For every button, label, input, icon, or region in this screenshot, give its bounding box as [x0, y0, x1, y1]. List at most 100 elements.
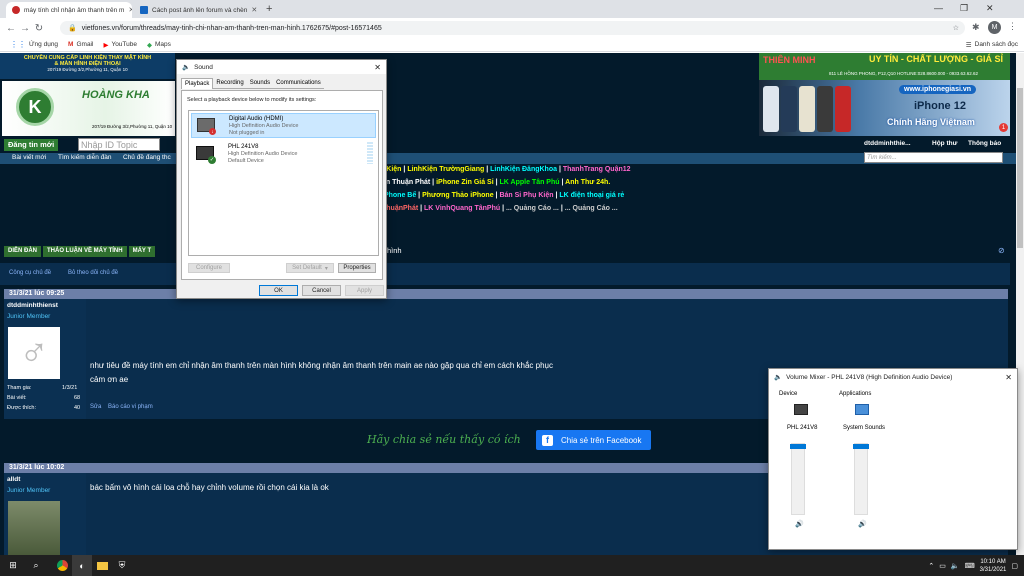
- sponsor-link[interactable]: ện Thuận Phát: [382, 179, 430, 186]
- user-menu[interactable]: dtddminhthie...: [864, 140, 911, 147]
- sponsor-link[interactable]: ThanhTrang Quận12: [563, 166, 631, 173]
- minimize-window-button[interactable]: —: [934, 3, 943, 13]
- stat-label: Được thích:: [7, 405, 36, 411]
- breadcrumb-item[interactable]: THẢO LUẬN VỀ MÁY TÍNH: [43, 246, 127, 257]
- sponsor-link[interactable]: ThuậnPhát: [382, 205, 418, 212]
- mute-app-speaker-icon[interactable]: 🔊: [858, 520, 867, 528]
- facebook-share-button[interactable]: f Chia sẻ trên Facebook: [536, 430, 651, 450]
- browser-tab[interactable]: Cách post ảnh lên forum và chèn ✕: [134, 2, 260, 18]
- network-icon[interactable]: ▭: [939, 562, 946, 570]
- device-volume-slider[interactable]: [790, 443, 806, 515]
- back-arrow-icon[interactable]: ←: [4, 23, 18, 34]
- close-tab-icon[interactable]: ✕: [128, 6, 132, 14]
- sponsor-link[interactable]: iPhone Zin Giá Sỉ: [436, 179, 494, 186]
- ad-banner-top-left[interactable]: CHUYÊN CUNG CẤP LINH KIỆN THAY MẶT KÍNH …: [0, 53, 175, 79]
- profile-avatar[interactable]: M: [988, 21, 1001, 34]
- reload-icon[interactable]: ↻: [32, 23, 46, 34]
- nav-watched-threads[interactable]: Chủ đề đang thc: [123, 154, 171, 161]
- volume-icon[interactable]: 🔈: [951, 562, 960, 570]
- clock[interactable]: 10:10 AM 3/31/2021: [980, 558, 1007, 574]
- chevron-up-icon[interactable]: ⌃: [928, 562, 934, 570]
- sponsor-link[interactable]: LK Apple Tân Phú: [500, 179, 560, 186]
- edit-post-link[interactable]: Sửa: [90, 404, 101, 410]
- sound-app-icon[interactable]: ◐: [72, 555, 92, 576]
- avatar-male-icon[interactable]: ♂: [8, 327, 60, 379]
- search-icon[interactable]: ⌕: [26, 555, 46, 576]
- page-scrollbar-thumb[interactable]: [1017, 88, 1023, 248]
- ad-banner-thien-minh[interactable]: THIÊN MINH UY TÍN - CHẤT LƯỢNG - GIÁ SỈ …: [759, 53, 1010, 80]
- bookmark-apps[interactable]: ⋮⋮ Ứng dụng: [10, 40, 58, 49]
- tab-recording[interactable]: Recording: [213, 78, 247, 89]
- post-username[interactable]: alldt: [7, 476, 20, 483]
- language-icon[interactable]: ⌨: [965, 562, 975, 570]
- bookmark-maps[interactable]: ◆ Maps: [147, 41, 171, 49]
- tab-sounds[interactable]: Sounds: [246, 78, 274, 89]
- start-windows-icon[interactable]: ⊞: [0, 555, 26, 576]
- sponsor-link[interactable]: ... Quảng Cáo ...: [565, 205, 618, 212]
- sponsor-link[interactable]: ... Quảng Cáo ...: [506, 205, 559, 212]
- post-new-button[interactable]: Đăng tin mới: [4, 139, 59, 151]
- reading-list[interactable]: ☰ Danh sách đọc: [966, 41, 1018, 49]
- device-item-phl[interactable]: ✓ PHL 241V8 High Definition Audio Device…: [191, 142, 376, 167]
- mute-device-speaker-icon[interactable]: 🔊: [795, 520, 804, 528]
- sponsor-link-row: nKiện | LinhKiện TrườngGiang | LinhKiện …: [382, 166, 682, 179]
- properties-button[interactable]: Properties: [338, 263, 376, 273]
- report-post-link[interactable]: Báo cáo vi phạm: [108, 404, 153, 410]
- bookmark-gmail[interactable]: M Gmail: [68, 41, 93, 48]
- sponsor-link[interactable]: LK điện thoại giá rẻ: [559, 192, 624, 199]
- sponsor-link[interactable]: Bán Sỉ Phụ Kiện: [499, 192, 553, 199]
- address-bar[interactable]: 🔒 vietfones.vn/forum/threads/may-tinh-ch…: [60, 21, 965, 35]
- chrome-icon[interactable]: [52, 555, 72, 576]
- tab-communications[interactable]: Communications: [273, 78, 324, 89]
- cancel-button[interactable]: Cancel: [302, 285, 341, 296]
- file-explorer-icon[interactable]: [92, 555, 112, 576]
- thread-tools-link[interactable]: Công cụ chủ đề: [9, 270, 51, 276]
- set-default-button[interactable]: Set Default ▾: [286, 263, 334, 273]
- sponsor-link[interactable]: Anh Thư 24h.: [565, 179, 610, 186]
- bookmark-star-icon[interactable]: ☆: [953, 24, 959, 32]
- sponsor-link[interactable]: LinhKiện TrườngGiang: [407, 166, 484, 173]
- ad-banner-hoang-kha[interactable]: K HOÀNG KHA 207/19 Đường 3/2,Phường 11, …: [2, 81, 175, 136]
- tab-playback[interactable]: Playback: [181, 78, 214, 89]
- breadcrumb-item[interactable]: DIỄN ĐÀN: [4, 246, 42, 257]
- device-item-hdmi[interactable]: ↓ Digital Audio (HDMI) High Definition A…: [191, 113, 376, 138]
- configure-button[interactable]: Configure: [188, 263, 230, 273]
- close-icon[interactable]: ✕: [1005, 373, 1012, 382]
- forum-search-input[interactable]: Tìm kiếm...: [864, 152, 1003, 163]
- breadcrumb-item[interactable]: MÁY T: [128, 246, 156, 257]
- clock-date: 3/31/2021: [979, 566, 1007, 573]
- close-tab-icon[interactable]: ✕: [251, 6, 257, 14]
- link-icon[interactable]: ⊘: [998, 246, 1005, 255]
- bookmark-label: Maps: [155, 41, 171, 48]
- sponsor-link[interactable]: Phương Thảo iPhone: [422, 192, 494, 199]
- slider-thumb[interactable]: [853, 444, 869, 449]
- app-volume-slider[interactable]: [853, 443, 869, 515]
- new-tab-button[interactable]: +: [266, 3, 272, 15]
- avatar[interactable]: [8, 501, 60, 555]
- topic-id-input[interactable]: Nhập ID Topic: [78, 138, 160, 151]
- forward-arrow-icon[interactable]: →: [18, 23, 32, 34]
- close-window-button[interactable]: ✕: [986, 3, 994, 14]
- sponsor-link[interactable]: LK VinhQuang TânPhú: [424, 205, 500, 212]
- nav-search-forum[interactable]: Tìm kiếm diễn đàn: [58, 154, 111, 161]
- inbox-link[interactable]: Hộp thư: [932, 140, 957, 147]
- close-icon[interactable]: ✕: [374, 63, 381, 72]
- shield-icon[interactable]: ⛨: [112, 555, 132, 576]
- apply-button[interactable]: Apply: [345, 285, 384, 296]
- sponsor-link[interactable]: LinhKiện ĐăngKhoa: [490, 166, 557, 173]
- sponsor-link[interactable]: iPhone Bể: [382, 192, 416, 199]
- extensions-icon[interactable]: ✱: [972, 22, 980, 33]
- nav-new-posts[interactable]: Bài viết mới: [12, 154, 46, 161]
- alerts-link[interactable]: Thông báo: [968, 140, 1001, 147]
- slider-thumb[interactable]: [790, 444, 806, 449]
- unwatch-thread-link[interactable]: Bỏ theo dõi chủ đề: [68, 270, 118, 276]
- bookmark-youtube[interactable]: ▶ YouTube: [103, 41, 137, 49]
- ok-button[interactable]: OK: [259, 285, 298, 296]
- browser-tab-active[interactable]: máy tính chỉ nhận âm thanh trên m ✕: [6, 2, 132, 18]
- mixer-title: Volume Mixer - PHL 241V8 (High Definitio…: [786, 373, 953, 381]
- ad-banner-iphone12[interactable]: www.iphonegiasi.vn iPhone 12 Chính Hãng …: [759, 80, 1010, 136]
- browser-menu-icon[interactable]: ⋮: [1008, 21, 1017, 32]
- post-username[interactable]: dtddminhthienst: [7, 302, 58, 309]
- notifications-icon[interactable]: ▢: [1011, 562, 1018, 570]
- restore-window-button[interactable]: ❐: [960, 3, 968, 14]
